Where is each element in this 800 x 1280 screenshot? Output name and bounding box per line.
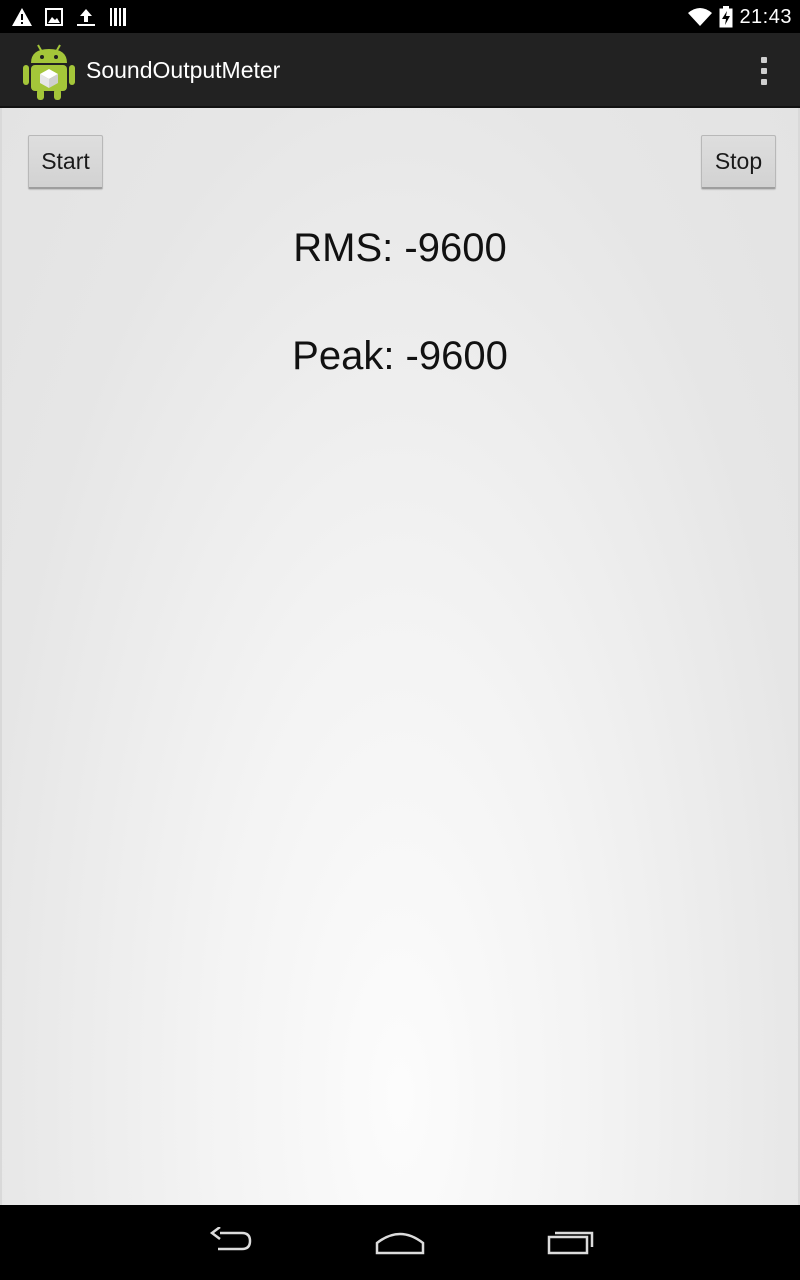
stop-button[interactable]: Stop (701, 135, 776, 189)
warning-icon (10, 5, 34, 29)
status-bar: 21:43 (0, 0, 800, 33)
barcode-icon (106, 5, 130, 29)
wifi-icon (687, 7, 713, 27)
clock: 21:43 (739, 5, 792, 28)
home-icon[interactable] (370, 1225, 430, 1259)
peak-readout: Peak: -9600 (292, 334, 508, 378)
overflow-dot (761, 57, 767, 63)
overflow-dot (761, 68, 767, 74)
image-icon (42, 5, 66, 29)
back-icon[interactable] (200, 1225, 260, 1259)
app-title: SoundOutputMeter (86, 57, 281, 83)
action-bar: SoundOutputMeter (0, 33, 800, 108)
main-content: Start Stop RMS: -9600 Peak: -9600 (0, 108, 800, 1205)
notification-icons (10, 5, 138, 29)
start-button[interactable]: Start (28, 135, 103, 189)
battery-charging-icon (719, 6, 733, 28)
overflow-dot (761, 79, 767, 85)
navigation-bar (0, 1205, 800, 1280)
system-icons: 21:43 (687, 4, 792, 30)
android-app-icon[interactable] (22, 41, 76, 101)
rms-readout: RMS: -9600 (293, 226, 507, 270)
recents-icon[interactable] (541, 1225, 601, 1259)
overflow-menu-icon[interactable] (750, 53, 778, 89)
upload-icon (74, 5, 98, 29)
